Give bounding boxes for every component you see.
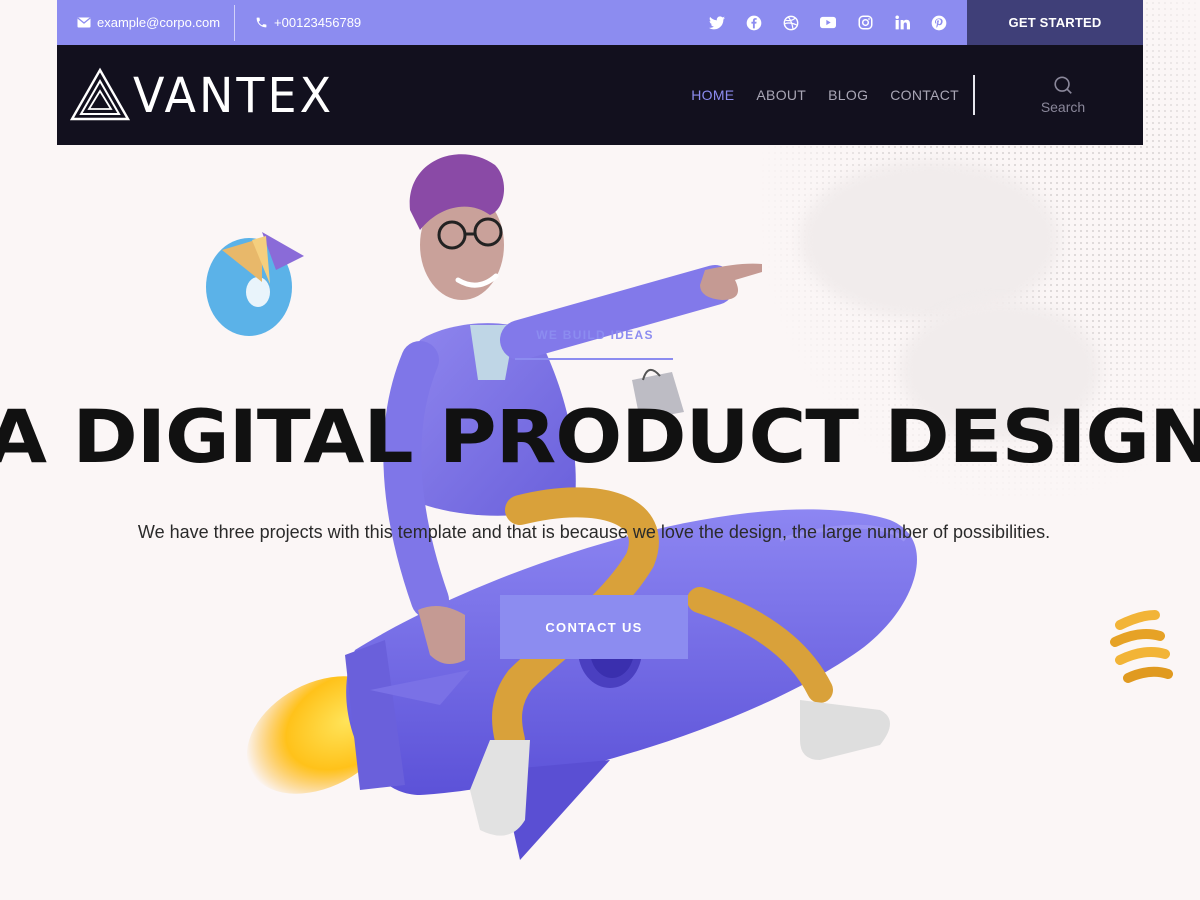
main-navbar: VANTEX HOME ABOUT BLOG CONTACT Search [57,45,1143,145]
hero-headline: A DIGITAL PRODUCT DESIGN [0,395,1200,480]
get-started-button[interactable]: GET STARTED [967,0,1143,45]
dribbble-icon[interactable] [783,15,799,31]
email-text: example@corpo.com [97,15,221,30]
envelope-icon [77,17,91,28]
twitter-icon[interactable] [709,15,725,31]
top-bar: example@corpo.com +00123456789 GET START… [57,0,1143,45]
nav-link-contact[interactable]: CONTACT [890,87,959,103]
tagline-underline [515,358,673,360]
rocket-decoration [345,509,917,860]
nav-link-home[interactable]: HOME [691,87,734,103]
page: example@corpo.com +00123456789 GET START… [0,0,1200,900]
nav-link-blog[interactable]: BLOG [828,87,868,103]
search-button[interactable]: Search [983,75,1143,115]
phone-text: +00123456789 [274,15,362,30]
triangle-logo-icon [69,67,131,121]
logo[interactable]: VANTEX [69,67,334,123]
nav-links: HOME ABOUT BLOG CONTACT [691,87,959,103]
phone-contact[interactable]: +00123456789 [235,0,375,45]
contact-us-button[interactable]: CONTACT US [500,595,688,659]
pie-chart-decoration [206,232,304,336]
nav-divider [973,75,975,115]
spring-decoration [1110,610,1173,683]
youtube-icon[interactable] [820,15,836,31]
facebook-icon[interactable] [746,15,762,31]
hero-subtext: We have three projects with this templat… [137,522,1051,542]
pinterest-icon[interactable] [931,15,947,31]
hero-tagline: WE BUILD IDEAS [536,328,654,342]
search-icon [1054,76,1072,94]
email-contact[interactable]: example@corpo.com [57,0,234,45]
search-label: Search [1040,99,1086,115]
cloud-decoration [800,160,1060,320]
instagram-icon[interactable] [857,15,873,31]
social-links [709,15,947,31]
linkedin-icon[interactable] [894,15,910,31]
nav-link-about[interactable]: ABOUT [756,87,806,103]
logo-text: VANTEX [133,66,335,124]
phone-icon [256,17,267,28]
